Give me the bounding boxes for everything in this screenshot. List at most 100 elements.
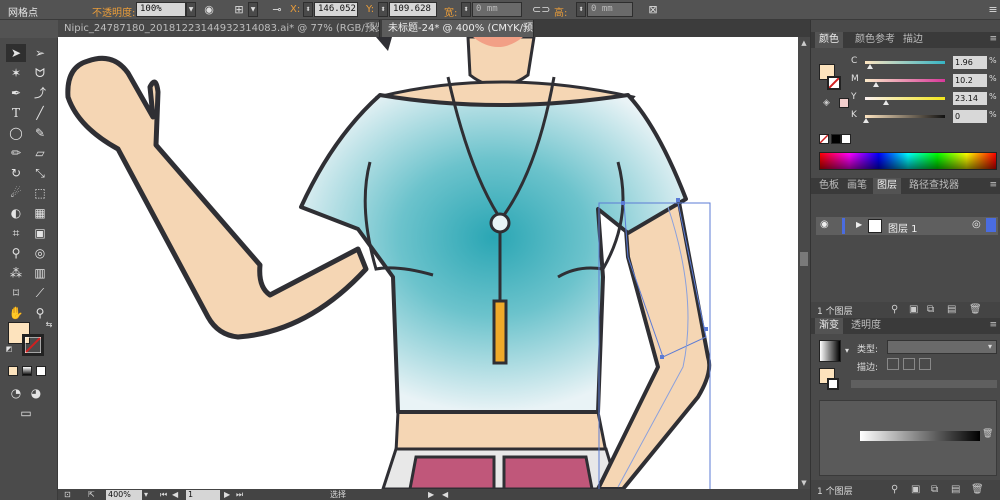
- last-page-icon[interactable]: ⏭: [236, 489, 243, 500]
- vertical-scrollbar[interactable]: ▲ ▼: [798, 37, 810, 489]
- anchor-point[interactable]: [621, 201, 625, 205]
- pen-icon[interactable]: ✒: [6, 84, 26, 102]
- recolor-icon[interactable]: ◉: [202, 3, 216, 17]
- zoom-dropdown-icon[interactable]: ▾: [144, 489, 148, 500]
- artboard-icon[interactable]: ⌑: [6, 284, 26, 302]
- align-dropdown[interactable]: ▼: [248, 2, 258, 17]
- opacity-field[interactable]: 100%: [136, 2, 186, 17]
- link-icon[interactable]: ⊂⊃: [532, 3, 550, 17]
- anchor-point[interactable]: [660, 355, 664, 359]
- target-icon[interactable]: ◎: [972, 219, 981, 230]
- paintbrush-icon[interactable]: ✎: [30, 124, 50, 142]
- direct-selection-icon[interactable]: ➢: [30, 44, 50, 62]
- selection-indicator[interactable]: [986, 218, 996, 232]
- curvature-icon[interactable]: ⤴: [30, 84, 50, 102]
- slider-track[interactable]: [865, 97, 945, 100]
- gradient-type-select[interactable]: ▾: [887, 340, 997, 354]
- clipping-mask-icon[interactable]: ▣: [911, 484, 920, 495]
- gradient-icon[interactable]: ▣: [30, 224, 50, 242]
- none-mode-icon[interactable]: [36, 366, 46, 376]
- stroke-within-icon[interactable]: [887, 358, 899, 370]
- align-grid-icon[interactable]: ⊞: [232, 3, 246, 17]
- transform-icon[interactable]: ⊠: [646, 3, 660, 17]
- slider-knob[interactable]: [863, 118, 869, 123]
- opacity-dropdown[interactable]: ▼: [186, 2, 196, 17]
- delete-stop-icon[interactable]: 🗑: [982, 429, 993, 439]
- gamut-swatch[interactable]: [839, 98, 849, 108]
- selection-icon[interactable]: ➤: [6, 44, 26, 62]
- artboard-nav-icon[interactable]: ⊡: [64, 489, 71, 500]
- draw-mode-icon[interactable]: ◔: [6, 384, 26, 402]
- delete-layer-icon[interactable]: 🗑: [969, 304, 982, 315]
- channel-value[interactable]: 10.2: [953, 74, 987, 87]
- swap-colors-icon[interactable]: ⇆: [44, 320, 54, 330]
- tab-gradient[interactable]: 渐变: [815, 318, 843, 334]
- tab-color-guide[interactable]: 颜色参考: [851, 32, 899, 48]
- next-page-icon[interactable]: ▶: [224, 489, 230, 500]
- first-page-icon[interactable]: ⏮: [160, 489, 167, 500]
- scroll-left-icon[interactable]: ◀: [442, 489, 448, 500]
- mesh-icon[interactable]: ⌗: [6, 224, 26, 242]
- tab-nipic-document[interactable]: Nipic_24787180_20181223144932314083.ai* …: [58, 20, 380, 37]
- draw-behind-icon[interactable]: ◕: [26, 384, 46, 402]
- panel-menu-icon[interactable]: ≡: [989, 320, 997, 330]
- stroke-swatch[interactable]: [22, 334, 44, 356]
- locate-object-icon[interactable]: ⚲: [891, 484, 898, 495]
- ellipse-icon[interactable]: ◯: [6, 124, 26, 142]
- panel-menu-icon[interactable]: ≡: [986, 3, 1000, 17]
- slider-track[interactable]: [865, 61, 945, 64]
- tab-transparency[interactable]: 透明度: [847, 318, 885, 334]
- yellow-slider[interactable]: Y 23.14 %: [851, 92, 997, 106]
- screen-mode-icon[interactable]: ▭: [16, 404, 36, 422]
- prev-page-icon[interactable]: ◀: [172, 489, 178, 500]
- anchor-point[interactable]: [704, 327, 708, 331]
- export-icon[interactable]: ⇱: [88, 489, 95, 500]
- type-icon[interactable]: T: [6, 104, 26, 122]
- artboard-canvas[interactable]: [58, 37, 798, 489]
- new-layer-icon[interactable]: ▤: [951, 484, 960, 495]
- black-color-icon[interactable]: [831, 134, 841, 144]
- slider-knob[interactable]: [867, 64, 873, 69]
- new-layer-icon[interactable]: ▤: [947, 304, 956, 315]
- anchor-point[interactable]: [676, 198, 680, 202]
- panel-menu-icon[interactable]: ≡: [989, 34, 997, 44]
- y-field[interactable]: 109.628: [389, 2, 437, 17]
- slider-knob[interactable]: [873, 82, 879, 87]
- y-stepper[interactable]: ⬍: [378, 2, 388, 17]
- scroll-down-icon[interactable]: ▼: [798, 477, 810, 489]
- shape-builder-icon[interactable]: ◐: [6, 204, 26, 222]
- pencil-icon[interactable]: ✏: [6, 144, 26, 162]
- blend-icon[interactable]: ◎: [30, 244, 50, 262]
- gradient-ramp[interactable]: [860, 431, 980, 441]
- gradient-dropdown-icon[interactable]: ▾: [845, 346, 849, 355]
- eyedropper-icon[interactable]: ⚲: [6, 244, 26, 262]
- close-icon[interactable]: ×: [368, 20, 379, 37]
- gradient-preview[interactable]: [819, 340, 841, 362]
- width-stepper[interactable]: ⬍: [461, 2, 471, 17]
- new-sublayer-icon[interactable]: ⧉: [931, 484, 938, 495]
- slider-track[interactable]: [865, 115, 945, 118]
- magenta-slider[interactable]: M 10.2 %: [851, 74, 997, 88]
- page-field[interactable]: 1: [186, 490, 220, 500]
- color-spectrum[interactable]: [819, 152, 997, 170]
- stroke-along-icon[interactable]: [903, 358, 915, 370]
- perspective-grid-icon[interactable]: ▦: [30, 204, 50, 222]
- slider-knob[interactable]: [883, 100, 889, 105]
- line-icon[interactable]: ╱: [30, 104, 50, 122]
- lasso-icon[interactable]: ᗢ: [30, 64, 50, 82]
- channel-value[interactable]: 0: [953, 110, 987, 123]
- tab-layers[interactable]: 图层: [873, 178, 901, 194]
- gradient-stroke-swatch[interactable]: [827, 378, 839, 390]
- zoom-field[interactable]: 400%: [106, 490, 142, 500]
- delete-layer-icon[interactable]: 🗑: [971, 484, 984, 495]
- new-sublayer-icon[interactable]: ⧉: [927, 304, 934, 315]
- hand-icon[interactable]: ✋: [6, 304, 26, 322]
- height-stepper[interactable]: ⬍: [576, 2, 586, 17]
- x-field[interactable]: 146.052: [314, 2, 358, 17]
- tab-untitled-24[interactable]: 未标题-24* @ 400% (CMYK/预览) ×: [382, 20, 534, 37]
- expand-arrow-icon[interactable]: ▶: [856, 220, 862, 229]
- visibility-eye-icon[interactable]: ◉: [820, 219, 829, 230]
- slice-icon[interactable]: ⟋: [30, 284, 50, 302]
- gradient-slider-area[interactable]: 🗑: [819, 400, 997, 476]
- channel-value[interactable]: 1.96: [953, 56, 987, 69]
